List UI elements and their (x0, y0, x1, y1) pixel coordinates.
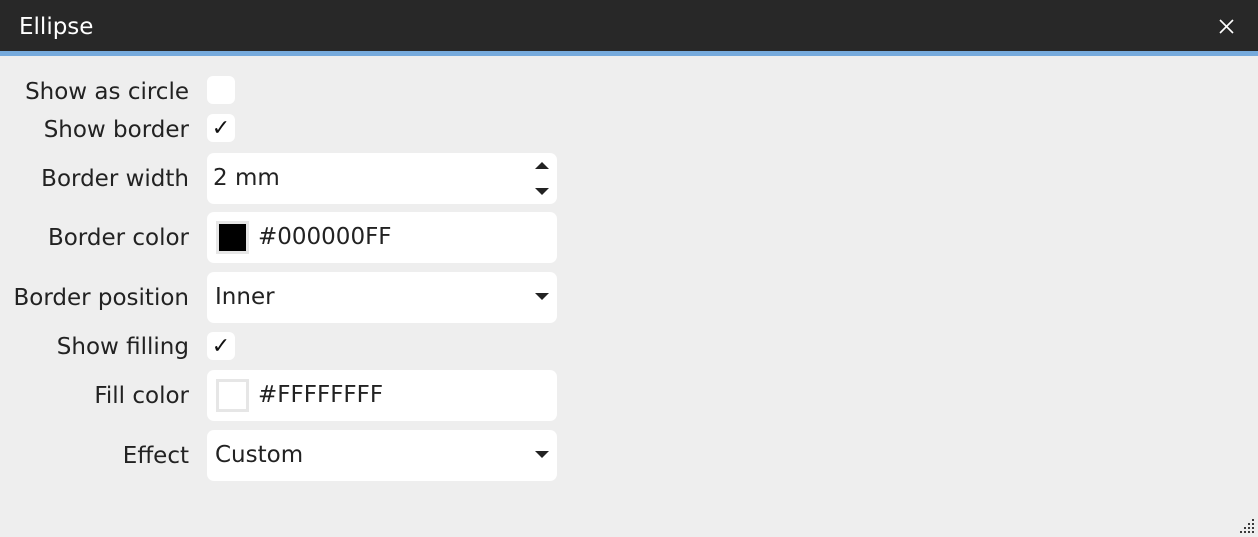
show-filling-label: Show filling (56, 334, 189, 360)
window-title: Ellipse (19, 14, 94, 40)
fill-color-swatch[interactable] (216, 379, 249, 412)
border-color-label: Border color (47, 225, 189, 251)
spin-up-icon[interactable] (535, 162, 549, 169)
show-border-label: Show border (43, 117, 189, 143)
border-position-value: Inner (215, 284, 275, 310)
title-accent-line (0, 51, 1258, 56)
close-icon (1219, 19, 1234, 34)
border-width-label: Border width (41, 166, 189, 192)
border-width-value[interactable]: 2 mm (213, 165, 280, 191)
border-width-spinbox[interactable]: 2 mm (207, 153, 557, 204)
border-color-value[interactable]: #000000FF (258, 224, 392, 250)
effect-value: Custom (215, 442, 304, 468)
show-as-circle-checkbox[interactable] (207, 76, 235, 104)
title-bar: Ellipse (0, 0, 1258, 51)
resize-grip-icon[interactable] (1240, 519, 1254, 533)
show-filling-checkbox[interactable]: ✓ (207, 332, 235, 360)
show-as-circle-label: Show as circle (25, 79, 189, 105)
fill-color-value[interactable]: #FFFFFFFF (258, 382, 383, 408)
spin-down-icon[interactable] (535, 188, 549, 195)
effect-select[interactable]: Custom (207, 430, 557, 481)
fill-color-label: Fill color (94, 383, 189, 409)
chevron-down-icon (535, 451, 549, 458)
border-position-select[interactable]: Inner (207, 272, 557, 323)
effect-label: Effect (122, 443, 189, 469)
close-button[interactable] (1218, 18, 1235, 35)
border-color-field[interactable]: #000000FF (207, 212, 557, 263)
fill-color-field[interactable]: #FFFFFFFF (207, 370, 557, 421)
border-position-label: Border position (13, 285, 189, 311)
show-border-checkbox[interactable]: ✓ (207, 114, 235, 142)
chevron-down-icon (535, 293, 549, 300)
border-color-swatch[interactable] (216, 221, 249, 254)
